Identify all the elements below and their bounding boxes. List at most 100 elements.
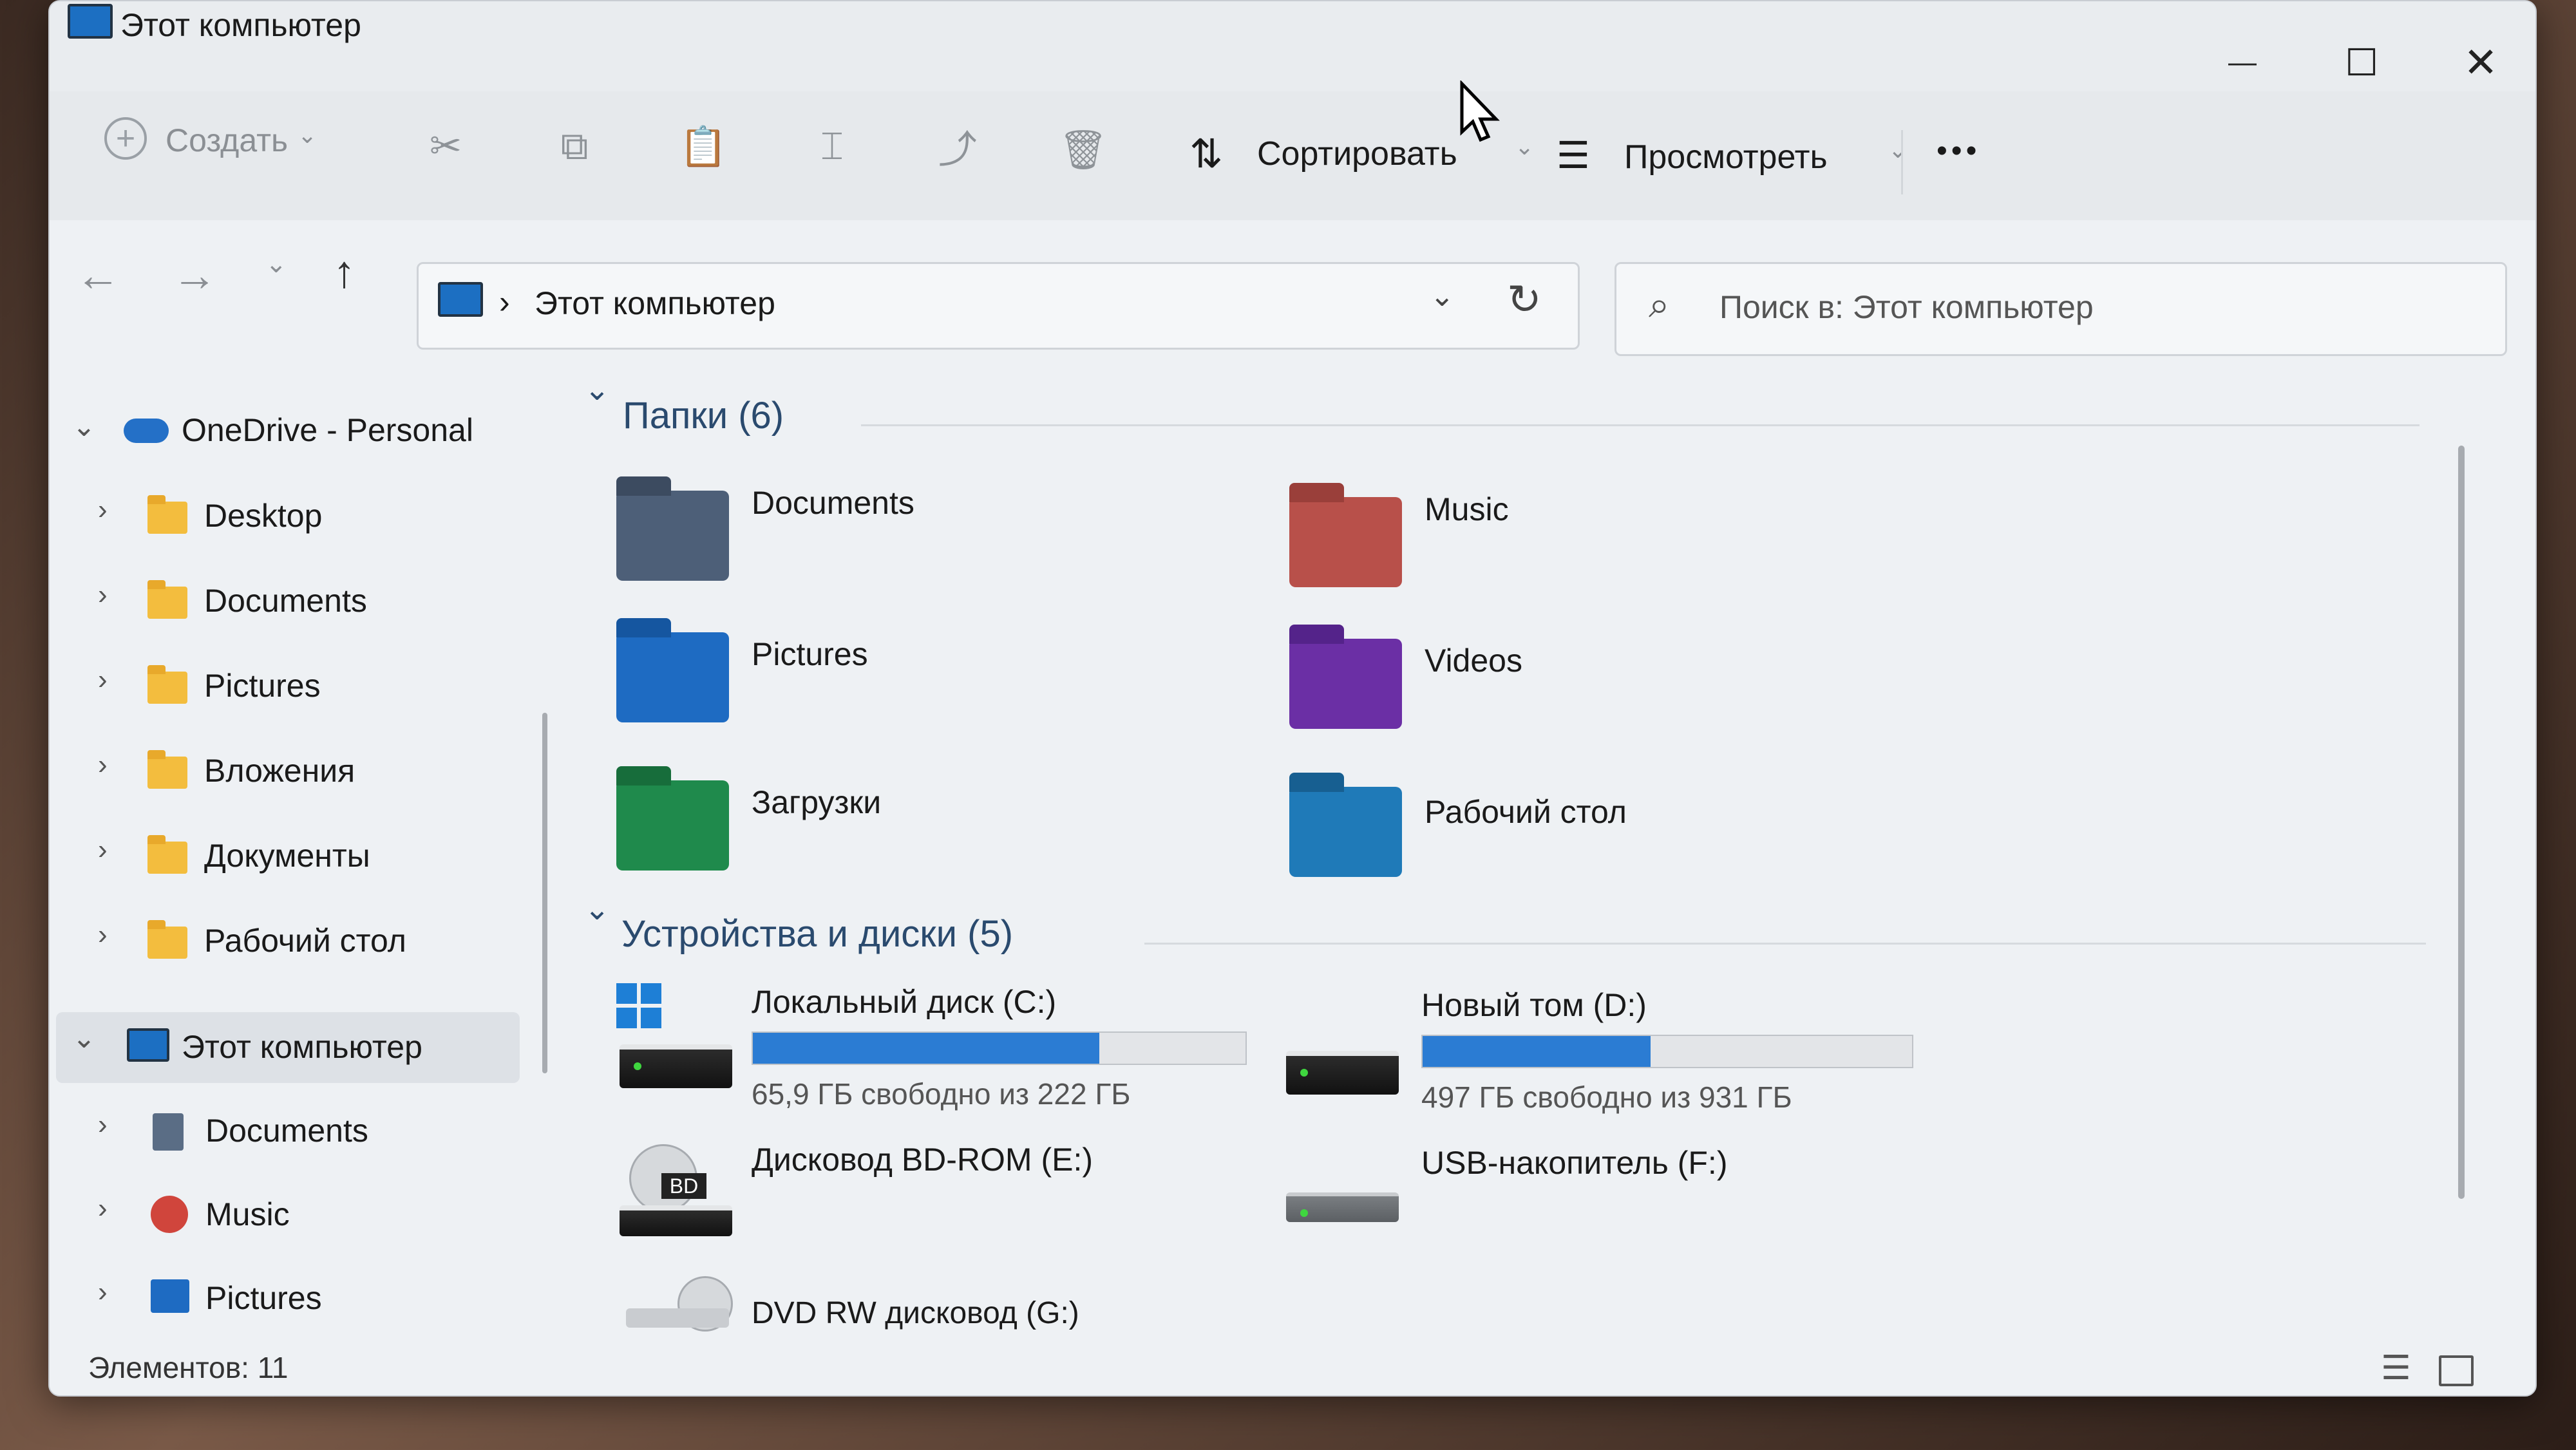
nav-item-onedrive[interactable]: OneDrive - Personal bbox=[182, 411, 473, 449]
forward-arrow-icon[interactable]: → bbox=[172, 249, 217, 301]
windows-logo-icon bbox=[616, 983, 661, 1028]
folder-name: Рабочий стол bbox=[1425, 794, 1627, 830]
usb-drive-icon bbox=[1286, 1192, 1399, 1222]
nav-scrollbar[interactable] bbox=[542, 713, 547, 1073]
paste-icon[interactable]: 📋 bbox=[674, 117, 732, 175]
music-icon bbox=[151, 1196, 188, 1233]
breadcrumb-this-pc[interactable]: Этот компьютер bbox=[535, 285, 775, 322]
breadcrumb-separator: › bbox=[499, 284, 510, 320]
chevron-down-icon[interactable]: ⌄ bbox=[72, 1022, 96, 1055]
videos-folder-icon bbox=[1289, 625, 1402, 729]
chevron-right-icon[interactable]: › bbox=[98, 1276, 108, 1308]
minimize-button[interactable]: — bbox=[2201, 27, 2284, 98]
drive-usage-bar bbox=[1421, 1035, 1913, 1068]
chevron-right-icon[interactable]: › bbox=[98, 579, 108, 611]
more-options-button[interactable]: ••• bbox=[1937, 133, 1980, 169]
chevron-right-icon[interactable]: › bbox=[98, 919, 108, 951]
nav-item-desktop[interactable]: Desktop bbox=[204, 497, 322, 534]
optical-drive-icon bbox=[626, 1308, 729, 1328]
chevron-down-icon[interactable]: ⌄ bbox=[584, 891, 610, 927]
back-arrow-icon[interactable]: ← bbox=[75, 249, 120, 301]
drive-name: Дисковод BD-ROM (E:) bbox=[752, 1142, 1094, 1178]
nav-item-pc-music[interactable]: Music bbox=[205, 1196, 290, 1233]
pictures-icon bbox=[151, 1279, 189, 1313]
monitor-icon bbox=[127, 1028, 169, 1062]
nav-item-pictures[interactable]: Pictures bbox=[204, 667, 321, 704]
address-box[interactable]: › Этот компьютер ⌄ ↻ bbox=[417, 262, 1580, 350]
downloads-folder-icon bbox=[616, 766, 729, 871]
onedrive-cloud-icon bbox=[124, 419, 169, 443]
rename-icon[interactable]: ⌶ bbox=[803, 117, 861, 175]
nav-item-pc-documents[interactable]: Documents bbox=[205, 1112, 368, 1149]
refresh-icon[interactable]: ↻ bbox=[1507, 276, 1542, 324]
chevron-down-icon: ⌄ bbox=[1888, 137, 1908, 163]
navigation-pane: ⌄ OneDrive - Personal › Desktop › Docume… bbox=[50, 352, 565, 1344]
view-button-label: Просмотреть bbox=[1624, 138, 1828, 176]
nav-item-documents[interactable]: Documents bbox=[204, 582, 367, 619]
drive-tile-d[interactable]: Новый том (D:) 497 ГБ свободно из 931 ГБ bbox=[1286, 983, 1913, 1114]
search-input[interactable]: Поиск в: Этот компьютер bbox=[1719, 288, 2094, 326]
chevron-right-icon[interactable]: › bbox=[98, 834, 108, 866]
hard-drive-icon bbox=[1286, 1051, 1399, 1095]
devices-section-header[interactable]: Устройства и диски (5) bbox=[621, 912, 1013, 956]
folder-tile-pictures[interactable]: Pictures bbox=[616, 618, 1196, 748]
chevron-right-icon[interactable]: › bbox=[98, 1192, 108, 1225]
drive-name: Новый том (D:) bbox=[1421, 987, 1647, 1023]
folder-tile-music[interactable]: Music bbox=[1289, 478, 1869, 607]
chevron-right-icon[interactable]: › bbox=[98, 494, 108, 526]
recent-chevron-icon[interactable]: ⌄ bbox=[265, 249, 287, 279]
content-scrollbar[interactable] bbox=[2458, 446, 2465, 1199]
chevron-down-icon[interactable]: ⌄ bbox=[72, 410, 96, 443]
cut-icon[interactable]: ✂ bbox=[417, 117, 475, 175]
section-separator bbox=[861, 424, 2420, 426]
new-button[interactable]: + Создать ⌄ bbox=[98, 108, 330, 185]
nav-item-rabochiy-stol[interactable]: Рабочий стол bbox=[204, 922, 406, 959]
folder-icon bbox=[147, 835, 187, 874]
address-row: ← → ⌄ ↑ › Этот компьютер ⌄ ↻ ⌕ Поиск в: … bbox=[50, 220, 2535, 356]
share-icon[interactable]: ⤴ bbox=[929, 117, 987, 175]
drive-name: DVD RW дисковод (G:) bbox=[752, 1296, 1079, 1330]
maximize-button[interactable]: ☐ bbox=[2320, 27, 2403, 98]
close-button[interactable]: ✕ bbox=[2439, 27, 2523, 98]
folder-tile-desktop[interactable]: Рабочий стол bbox=[1289, 764, 1869, 893]
drive-usage-bar bbox=[752, 1031, 1247, 1065]
content-pane: ⌄ Папки (6) Documents Music Pictures Vid… bbox=[578, 362, 2510, 1341]
nav-item-this-pc[interactable]: Этот компьютер bbox=[182, 1028, 422, 1066]
drive-tile-e[interactable]: BD Дисковод BD-ROM (E:) bbox=[616, 1135, 1196, 1263]
folder-tile-downloads[interactable]: Загрузки bbox=[616, 764, 1196, 893]
nav-item-attachments[interactable]: Вложения bbox=[204, 752, 355, 789]
toolbar-divider bbox=[1901, 130, 1903, 194]
chevron-down-icon: ⌄ bbox=[298, 122, 317, 148]
drive-usage-fill bbox=[753, 1033, 1099, 1064]
tiles-view-icon[interactable] bbox=[2439, 1355, 2474, 1386]
drive-tile-c[interactable]: Локальный диск (C:) 65,9 ГБ свободно из … bbox=[616, 980, 1247, 1111]
delete-icon[interactable]: 🗑 bbox=[1054, 120, 1112, 178]
nav-item-dokumenty[interactable]: Документы bbox=[204, 837, 370, 874]
window-title: Этот компьютер bbox=[120, 7, 361, 43]
folder-tile-videos[interactable]: Videos bbox=[1289, 619, 1869, 748]
chevron-right-icon[interactable]: › bbox=[98, 1109, 108, 1141]
details-view-icon[interactable]: ☰ bbox=[2381, 1349, 2411, 1388]
mouse-cursor-icon bbox=[1460, 80, 1500, 142]
folder-tile-documents[interactable]: Documents bbox=[616, 476, 1196, 607]
chevron-right-icon[interactable]: › bbox=[98, 664, 108, 696]
chevron-right-icon[interactable]: › bbox=[98, 749, 108, 781]
plus-circle-icon: + bbox=[104, 117, 147, 160]
documents-icon bbox=[153, 1113, 184, 1151]
folders-section-header[interactable]: Папки (6) bbox=[623, 394, 784, 437]
chevron-down-icon[interactable]: ⌄ bbox=[1430, 278, 1455, 313]
nav-item-pc-pictures[interactable]: Pictures bbox=[205, 1279, 322, 1317]
folder-icon bbox=[147, 665, 187, 704]
file-explorer-window: Этот компьютер — ☐ ✕ + Создать ⌄ ✂ ⧉ 📋 ⌶… bbox=[48, 0, 2537, 1397]
drive-tile-g[interactable]: DVD RW дисковод (G:) bbox=[616, 1276, 1196, 1341]
copy-icon[interactable]: ⧉ bbox=[545, 117, 603, 175]
search-box[interactable]: ⌕ Поиск в: Этот компьютер bbox=[1615, 262, 2507, 356]
chevron-down-icon[interactable]: ⌄ bbox=[584, 372, 610, 408]
folder-icon bbox=[147, 495, 187, 534]
new-button-label: Создать bbox=[166, 122, 289, 158]
view-button[interactable]: ☰ Просмотреть ⌄ bbox=[1557, 130, 1917, 201]
folder-name: Загрузки bbox=[752, 784, 882, 820]
drive-tile-f[interactable]: USB-накопитель (F:) bbox=[1286, 1141, 1866, 1270]
command-bar: + Создать ⌄ ✂ ⧉ 📋 ⌶ ⤴ 🗑 ⇅ Сортировать ⌄ … bbox=[50, 91, 2535, 221]
up-arrow-icon[interactable]: ↑ bbox=[333, 246, 355, 297]
